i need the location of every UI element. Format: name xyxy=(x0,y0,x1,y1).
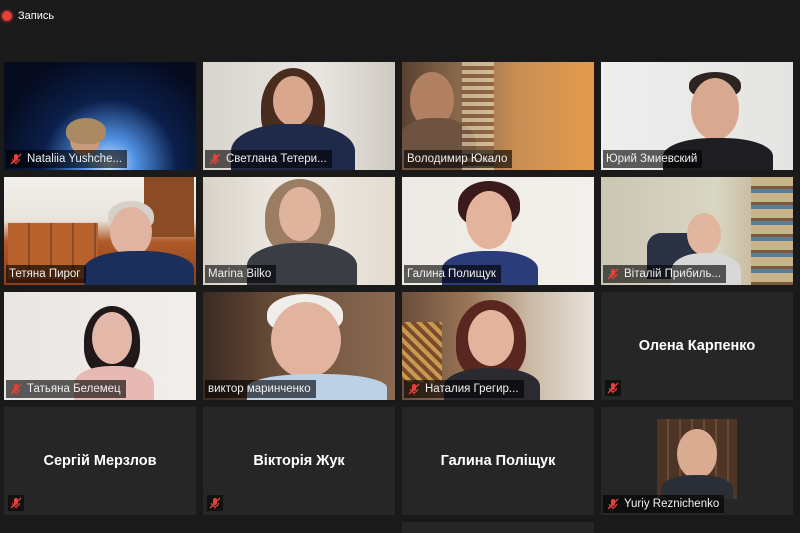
participant-tile[interactable]: Marina Bilko xyxy=(203,177,395,285)
participant-name-label: Юрий Змиевский xyxy=(603,150,703,168)
participant-tile[interactable]: Татьяна Белемец xyxy=(4,292,196,400)
participant-video xyxy=(657,419,737,499)
participant-tile-video-off[interactable]: Вікторія Жук xyxy=(203,407,395,515)
participant-name-center: Вікторія Жук xyxy=(253,453,345,469)
participant-name-center: Олена Карпенко xyxy=(638,338,756,354)
participant-name-label: Володимир Юкало xyxy=(404,150,513,168)
participant-tile[interactable]: Володимир Юкало xyxy=(402,62,594,170)
participant-tile[interactable]: Галина Полищук xyxy=(402,177,594,285)
mic-off-icon xyxy=(209,497,221,509)
participant-name-center: Сергій Мерзлов xyxy=(43,453,157,469)
mic-status xyxy=(8,495,24,511)
participant-name-label: Тетяна Пирог xyxy=(6,265,86,283)
mic-off-icon xyxy=(10,153,22,165)
participant-name-label: Татьяна Белемец xyxy=(6,380,126,398)
mic-off-icon xyxy=(607,382,619,394)
participant-tile[interactable]: Nataliia Yushche... xyxy=(4,62,196,170)
participant-name-label: Наталия Грегир... xyxy=(404,380,524,398)
participant-name-label: Marina Bilko xyxy=(205,265,277,283)
mic-off-icon xyxy=(607,498,619,510)
mic-status xyxy=(605,380,621,396)
participant-tile[interactable]: Наталия Грегир... xyxy=(402,292,594,400)
participant-tile[interactable]: виктор маринченко xyxy=(203,292,395,400)
participant-name-label: Yuriy Reznichenko xyxy=(603,495,725,513)
participant-tile-video-off[interactable]: Сергій Мерзлов xyxy=(4,407,196,515)
participant-name-label: виктор маринченко xyxy=(205,380,316,398)
participant-tile[interactable]: Віталій Прибиль... xyxy=(601,177,793,285)
mic-status xyxy=(207,495,223,511)
participant-tile-active-speaker[interactable]: Тетяна Пирог xyxy=(4,177,196,285)
meeting-window: Запись Nataliia Yushche... Светлана Тете… xyxy=(0,0,800,533)
participant-tile[interactable]: Светлана Тетери... xyxy=(203,62,395,170)
mic-off-icon xyxy=(607,268,619,280)
participant-tile[interactable]: Yuriy Reznichenko xyxy=(601,407,793,515)
mic-off-icon xyxy=(408,383,420,395)
participant-tile-video-off[interactable]: Галина Поліщук xyxy=(402,407,594,515)
participant-tile-partial[interactable] xyxy=(402,522,594,533)
mic-off-icon xyxy=(10,383,22,395)
participant-grid: Nataliia Yushche... Светлана Тетери... В… xyxy=(0,0,800,533)
participant-name-label: Nataliia Yushche... xyxy=(6,150,128,168)
participant-tile[interactable]: Юрий Змиевский xyxy=(601,62,793,170)
participant-name-label: Галина Полищук xyxy=(404,265,501,283)
mic-off-icon xyxy=(209,153,221,165)
participant-name-label: Светлана Тетери... xyxy=(205,150,332,168)
participant-name-label: Віталій Прибиль... xyxy=(603,265,727,283)
participant-tile-video-off[interactable]: Олена Карпенко xyxy=(601,292,793,400)
participant-name-center: Галина Поліщук xyxy=(440,453,556,469)
mic-off-icon xyxy=(10,497,22,509)
